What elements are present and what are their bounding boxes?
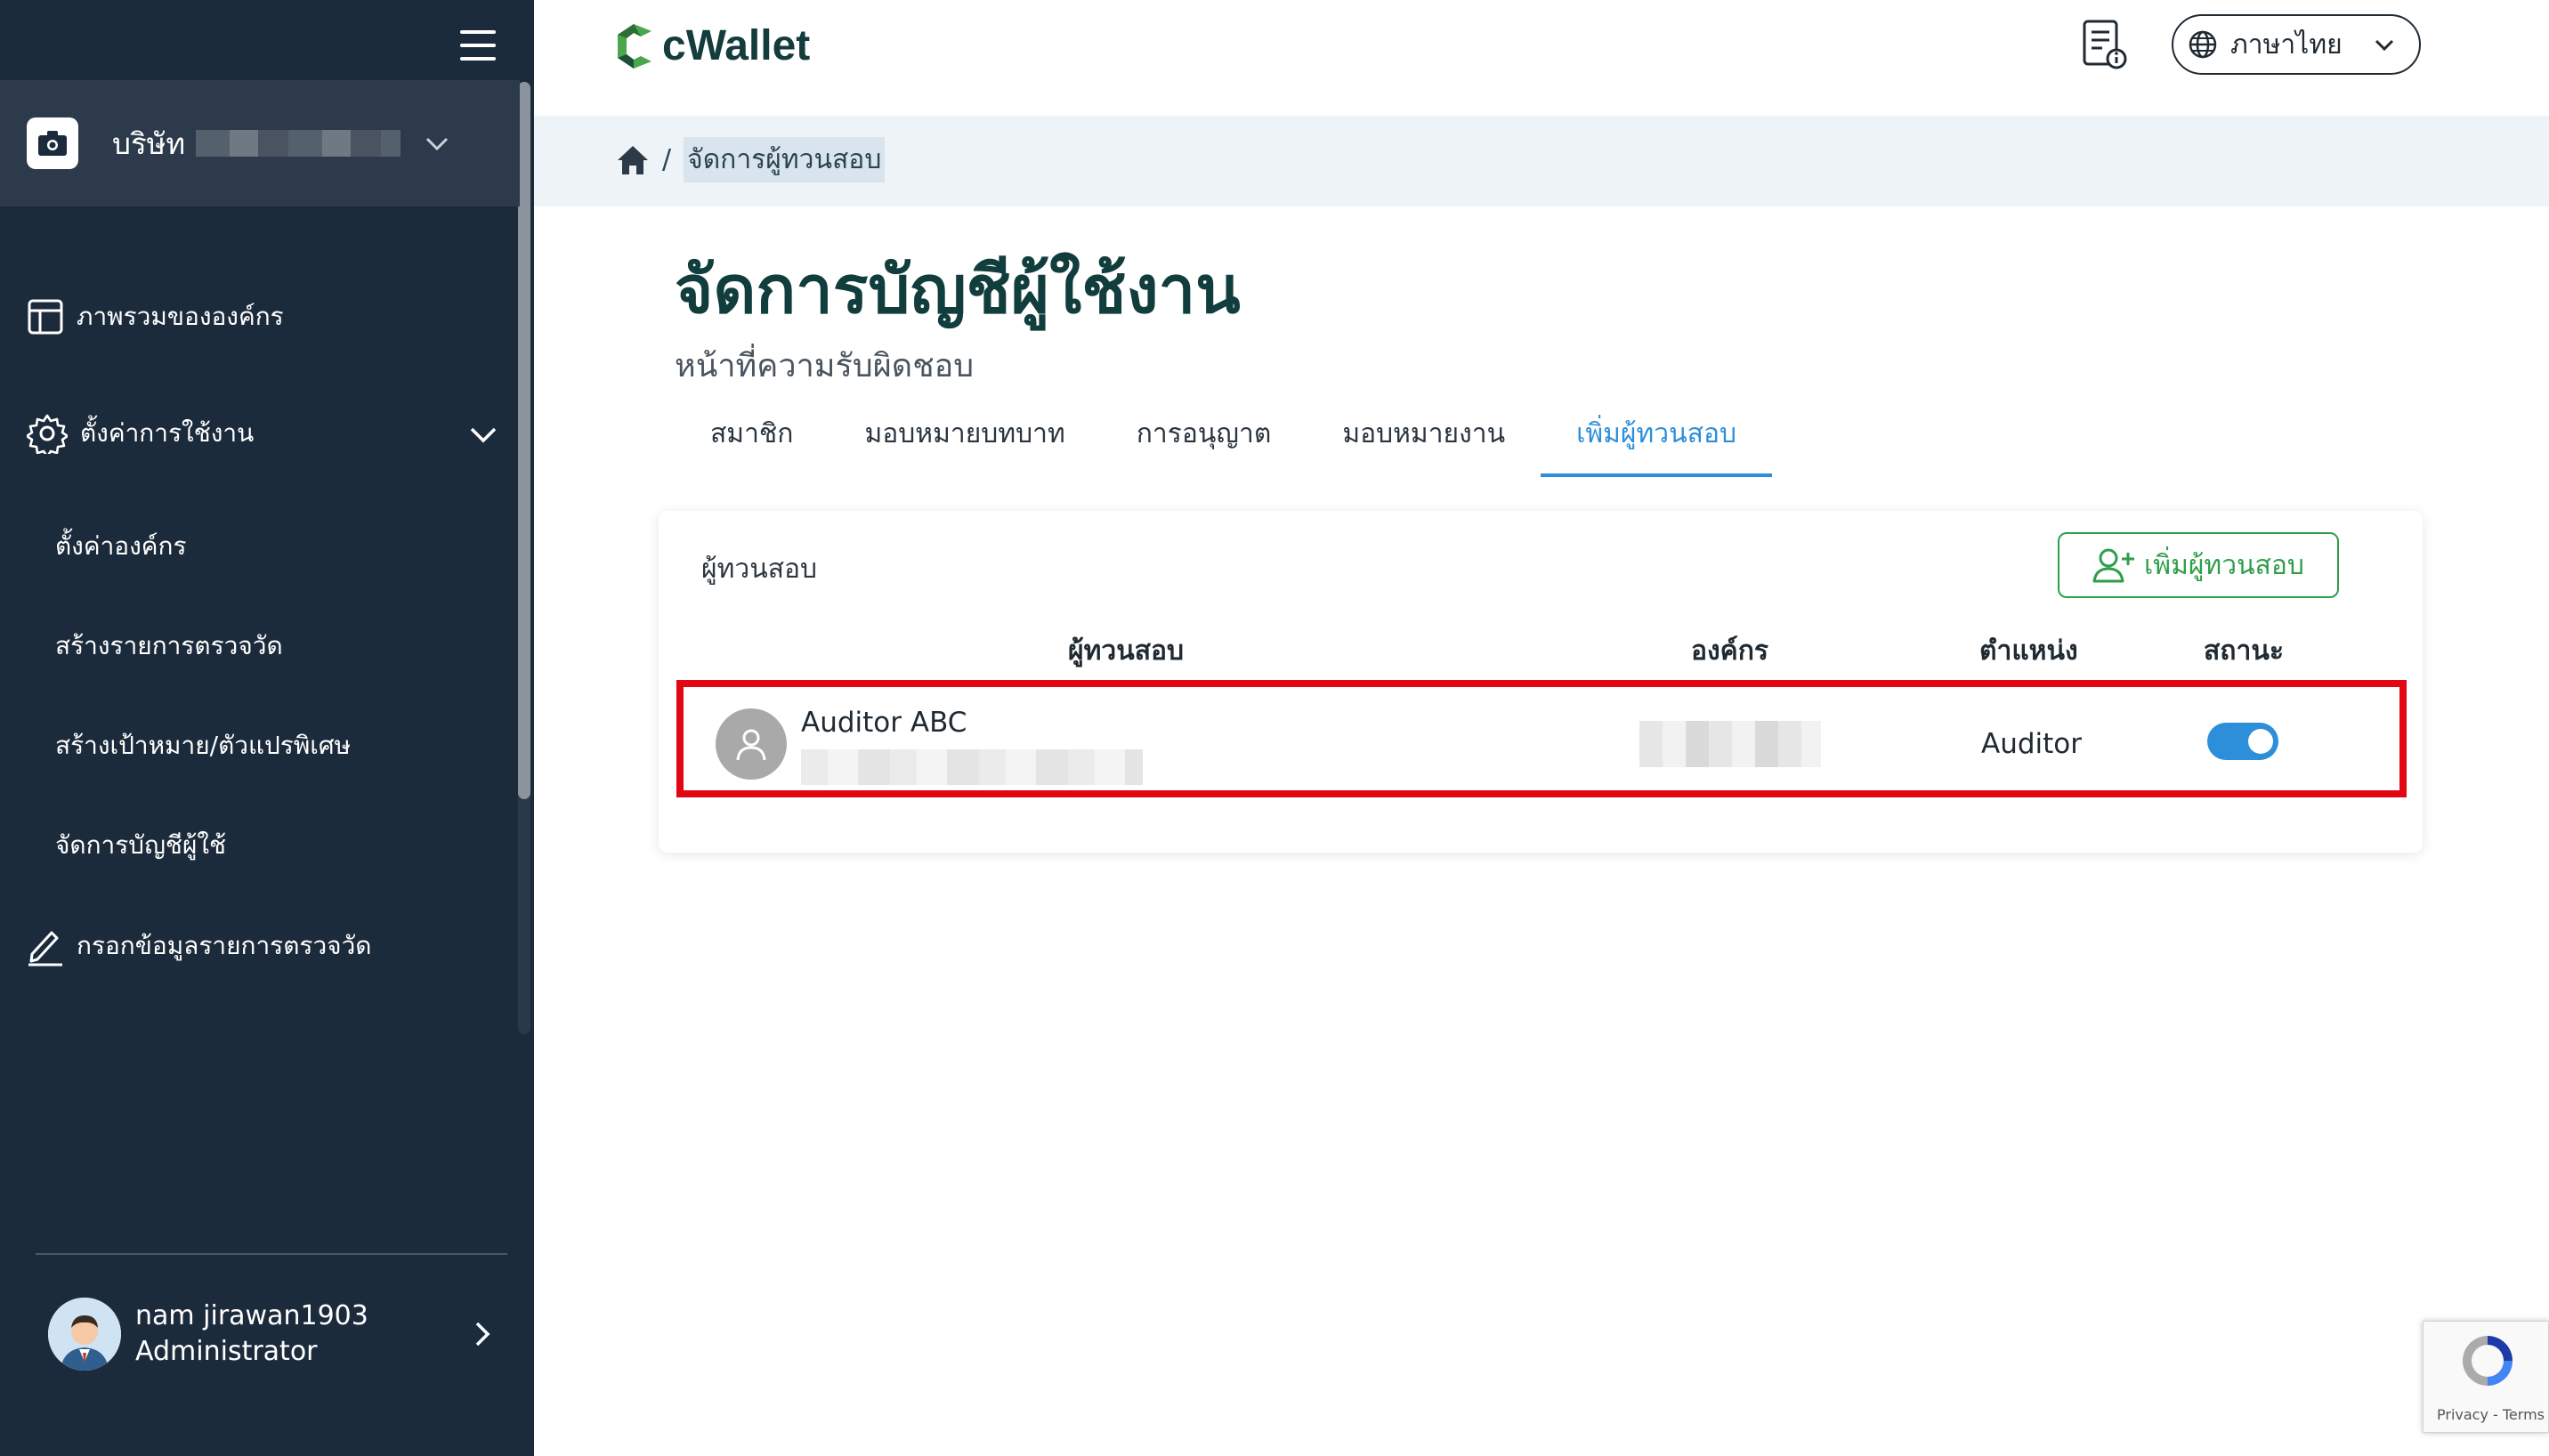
user-avatar-icon [716,708,787,780]
user-role: Administrator [135,1336,318,1367]
user-name: nam jirawan1903 [135,1300,368,1331]
column-header-status: สถานะ [2204,635,2284,667]
sidebar-item-org-settings[interactable]: ตั้งค่าองค์กร [55,527,187,566]
sidebar-item-label: ตั้งค่าการใช้งาน [80,418,255,448]
chevron-down-icon [425,137,449,151]
sidebar-item-manage-accounts[interactable]: จัดการบัญชีผู้ใช้ [55,826,226,865]
company-name-redacted [196,130,401,157]
organization-redacted [1639,721,1821,767]
company-selector[interactable]: บริษัท [0,80,520,206]
avatar [48,1298,121,1371]
card-title: ผู้ทวนสอบ [701,554,818,585]
sidebar-item-settings[interactable]: ตั้งค่าการใช้งาน [27,413,254,454]
auditor-position: Auditor [1981,728,2083,760]
tab-assign-tasks[interactable]: มอบหมายงาน [1307,402,1541,477]
company-name: บริษัท [112,125,186,161]
document-info-icon[interactable] [2079,18,2129,71]
home-icon[interactable] [616,144,650,176]
sidebar-divider [36,1253,507,1255]
tab-assign-roles[interactable]: มอบหมายบทบาท [829,402,1100,477]
column-header-organization: องค์กร [1691,635,1769,667]
status-toggle[interactable] [2207,723,2278,760]
edit-icon [28,931,62,967]
breadcrumb: / จัดการผู้ทวนสอบ [616,137,886,182]
sidebar-item-create-target[interactable]: สร้างเป้าหมาย/ตัวแปรพิเศษ [55,726,351,765]
sidebar-item-label: ภาพรวมขององค์กร [77,302,284,331]
add-auditor-button[interactable]: เพิ่มผู้ทวนสอบ [2058,532,2339,598]
auditor-name: Auditor ABC [801,707,967,739]
cwallet-logo-icon [618,23,651,69]
tab-permissions[interactable]: การอนุญาต [1101,402,1307,477]
user-profile[interactable]: nam jirawan1903 Administrator [48,1298,368,1371]
tab-members[interactable]: สมาชิก [675,402,829,477]
tabs: สมาชิก มอบหมายบทบาท การอนุญาต มอบหมายงาน… [675,402,1773,479]
recaptcha-links[interactable]: Privacy - Terms [2437,1406,2545,1423]
tab-add-auditor[interactable]: เพิ่มผู้ทวนสอบ [1541,402,1773,477]
breadcrumb-separator: / [662,144,672,175]
app-logo[interactable]: cWallet [616,21,810,70]
breadcrumb-current[interactable]: จัดการผู้ทวนสอบ [684,137,886,182]
chevron-down-icon [2375,39,2394,52]
language-label: ภาษาไทย [2230,28,2343,61]
gear-icon [27,414,68,454]
language-selector[interactable]: ภาษาไทย [2172,14,2421,75]
dashboard-icon [28,299,63,335]
auditor-email-redacted [801,749,1143,785]
page-subtitle: หน้าที่ความรับผิดชอบ [675,348,975,384]
menu-icon[interactable] [460,30,496,61]
globe-icon [2189,30,2217,59]
sidebar-item-overview[interactable]: ภาพรวมขององค์กร [27,297,284,336]
logo-text: cWallet [662,22,811,69]
sidebar-item-enter-data[interactable]: กรอกข้อมูลรายการตรวจวัด [27,926,371,967]
add-auditor-label: เพิ่มผู้ทวนสอบ [2144,549,2304,581]
add-user-icon [2092,548,2135,583]
sidebar-scrollbar[interactable] [518,82,530,799]
column-header-auditor: ผู้ทวนสอบ [1068,635,1185,667]
camera-icon [27,117,78,169]
page-title: จัดการบัญชีผู้ใช้งาน [675,252,1241,328]
recaptcha-icon [2463,1336,2513,1386]
column-header-position: ตำแหน่ง [1979,635,2078,667]
chevron-right-icon[interactable] [472,1319,493,1349]
sidebar-item-create-measurement[interactable]: สร้างรายการตรวจวัด [55,627,283,666]
chevron-down-icon[interactable] [468,422,498,447]
sidebar-item-label: กรอกข้อมูลรายการตรวจวัด [77,931,372,960]
